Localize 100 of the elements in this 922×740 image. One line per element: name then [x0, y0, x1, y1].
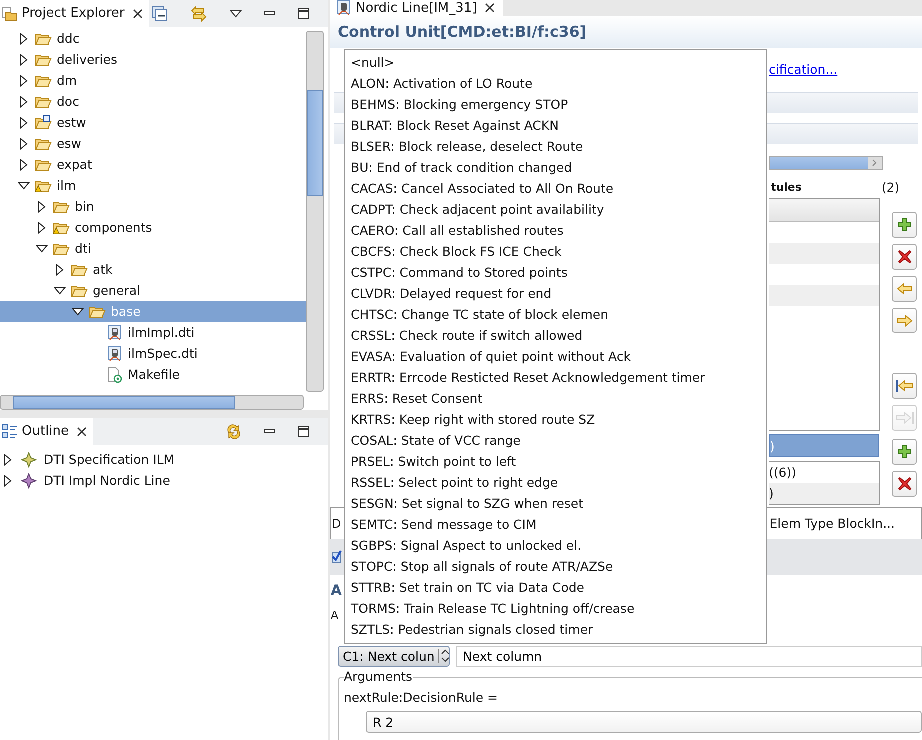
- expander-icon[interactable]: [2, 454, 14, 466]
- dropdown-option[interactable]: CLVDR: Delayed request for end: [345, 283, 552, 304]
- dropdown-option[interactable]: ERRS: Reset Consent: [345, 388, 483, 409]
- add-button[interactable]: [892, 212, 917, 238]
- tree-item[interactable]: ddc: [0, 28, 306, 49]
- tree-label: dti: [75, 241, 92, 256]
- dropdown-option[interactable]: BLRAT: Block Reset Against ACKN: [345, 115, 559, 136]
- table-cell[interactable]: ): [769, 483, 879, 504]
- horizontal-scrollbar[interactable]: [0, 395, 304, 410]
- dropdown-option[interactable]: SESGN: Set signal to SZG when reset: [345, 493, 584, 514]
- close-icon[interactable]: [77, 426, 88, 436]
- train-file-icon: [107, 324, 123, 340]
- tree-item[interactable]: estw: [0, 112, 306, 133]
- dropdown-option[interactable]: CBCFS: Check Block FS ICE Check: [345, 241, 562, 262]
- tree-item[interactable]: bin: [0, 196, 306, 217]
- view-tab[interactable]: Project Explorer: [0, 0, 149, 27]
- table-cell[interactable]: ((6)): [769, 462, 879, 483]
- move-left-button[interactable]: [892, 276, 917, 302]
- tree-item[interactable]: dm: [0, 70, 306, 91]
- expander-icon[interactable]: [36, 200, 48, 212]
- view-menu-icon[interactable]: [230, 10, 242, 18]
- combo-box[interactable]: C1: Next colun: [338, 646, 450, 666]
- dropdown-option[interactable]: CAERO: Call all established routes: [345, 220, 564, 241]
- dropdown-option[interactable]: BEHMS: Blocking emergency STOP: [345, 94, 568, 115]
- dropdown-option[interactable]: STTRB: Set train on TC via Data Code: [345, 577, 584, 598]
- dropdown-option[interactable]: CADPT: Check adjacent point availability: [345, 199, 604, 220]
- expander-icon[interactable]: [36, 242, 48, 254]
- delete-button[interactable]: [892, 471, 917, 497]
- tree-item[interactable]: components: [0, 217, 306, 238]
- text-field[interactable]: R 2: [366, 711, 922, 733]
- dropdown-option[interactable]: BLSER: Block release, deselect Route: [345, 136, 584, 157]
- tree-label: ilm: [57, 178, 76, 193]
- expander-icon[interactable]: [72, 306, 84, 318]
- horizontal-scrollbar[interactable]: [769, 156, 883, 170]
- tree-item[interactable]: ilmImpl.dti: [0, 322, 306, 343]
- dropdown-option[interactable]: CRSSL: Check route if switch allowed: [345, 325, 583, 346]
- tree-item[interactable]: expat: [0, 154, 306, 175]
- minimize-icon[interactable]: [264, 428, 276, 434]
- dropdown-option[interactable]: KRTRS: Keep right with stored route SZ: [345, 409, 596, 430]
- tree-item[interactable]: doc: [0, 91, 306, 112]
- dropdown-option[interactable]: CHTSC: Change TC state of block elemen: [345, 304, 608, 325]
- expander-icon[interactable]: [18, 180, 30, 192]
- close-icon[interactable]: [132, 8, 143, 18]
- dropdown-option[interactable]: PRSEL: Switch point to left: [345, 451, 516, 472]
- tab[interactable]: D: [331, 516, 342, 530]
- expander-icon[interactable]: [18, 96, 30, 108]
- delete-button[interactable]: [892, 244, 917, 270]
- tree-label: deliveries: [57, 52, 118, 67]
- dropdown-option[interactable]: ALON: Activation of LO Route: [345, 73, 533, 94]
- expander-icon[interactable]: [18, 158, 30, 170]
- tree-item[interactable]: ilm: [0, 175, 306, 196]
- maximize-icon[interactable]: [298, 8, 310, 20]
- expander-icon[interactable]: [18, 116, 30, 128]
- outline-item[interactable]: DTI Impl Nordic Line: [0, 470, 328, 491]
- text-field[interactable]: Next column: [456, 646, 922, 666]
- dropdown-option[interactable]: COSAL: State of VCC range: [345, 430, 521, 451]
- close-icon[interactable]: [485, 3, 496, 13]
- outline-item[interactable]: DTI Specification ILM: [0, 449, 328, 470]
- dropdown-option[interactable]: CSTPC: Command to Stored points: [345, 262, 568, 283]
- add-button[interactable]: [892, 439, 917, 465]
- editor-tab[interactable]: Nordic Line[IM_31]: [330, 0, 504, 16]
- dropdown-option[interactable]: CACAS: Cancel Associated to All On Route: [345, 178, 614, 199]
- tree-label: expat: [57, 157, 92, 172]
- sync-icon[interactable]: [226, 424, 242, 440]
- check-icon[interactable]: [332, 550, 342, 564]
- dropdown-option[interactable]: <null>: [345, 52, 395, 73]
- expander-icon[interactable]: [18, 74, 30, 86]
- expander-icon[interactable]: [2, 474, 14, 486]
- minimize-icon[interactable]: [264, 10, 276, 16]
- expander-icon[interactable]: [36, 222, 48, 234]
- maximize-icon[interactable]: [298, 426, 310, 438]
- expander-icon[interactable]: [18, 138, 30, 150]
- dropdown-option[interactable]: SEMTC: Send message to CIM: [345, 514, 537, 535]
- tree-item[interactable]: general: [0, 280, 306, 301]
- collapse-all-icon[interactable]: [152, 6, 168, 22]
- expander-icon[interactable]: [18, 54, 30, 66]
- move-first-button[interactable]: [892, 373, 917, 400]
- dropdown-option[interactable]: EVASA: Evaluation of quiet point without Ack: [345, 346, 631, 367]
- link[interactable]: cification...: [769, 62, 838, 76]
- dropdown-option[interactable]: ERRTR: Errcode Resticted Reset Acknowledgement timer: [345, 367, 706, 388]
- dropdown-option[interactable]: RSSEL: Select point to right edge: [345, 472, 558, 493]
- vertical-scrollbar[interactable]: [306, 31, 324, 392]
- scroll-right-icon[interactable]: [872, 159, 878, 167]
- view-tab[interactable]: Outline: [0, 418, 94, 445]
- tree-item[interactable]: esw: [0, 133, 306, 154]
- dropdown-option[interactable]: TORMS: Train Release TC Lightning off/crease: [345, 598, 635, 619]
- tree-item[interactable]: ilmSpec.dti: [0, 343, 306, 364]
- dropdown-option[interactable]: SGBPS: Signal Aspect to unlocked el.: [345, 535, 582, 556]
- group-title: Arguments: [344, 669, 413, 684]
- tree-item[interactable]: Makefile: [0, 364, 306, 385]
- dropdown-option[interactable]: STOPC: Stop all signals of route ATR/AZSe: [345, 556, 614, 577]
- tree-item[interactable]: atk: [0, 259, 306, 280]
- expander-icon[interactable]: [54, 284, 66, 296]
- tree-item[interactable]: deliveries: [0, 49, 306, 70]
- dropdown-option[interactable]: BU: End of track condition changed: [345, 157, 572, 178]
- expander-icon[interactable]: [18, 32, 30, 44]
- dropdown-option[interactable]: SZTLS: Pedestrian signals closed timer: [345, 619, 594, 640]
- move-right-button[interactable]: [892, 308, 917, 334]
- expander-icon[interactable]: [54, 264, 66, 276]
- tree-item[interactable]: dti: [0, 238, 306, 259]
